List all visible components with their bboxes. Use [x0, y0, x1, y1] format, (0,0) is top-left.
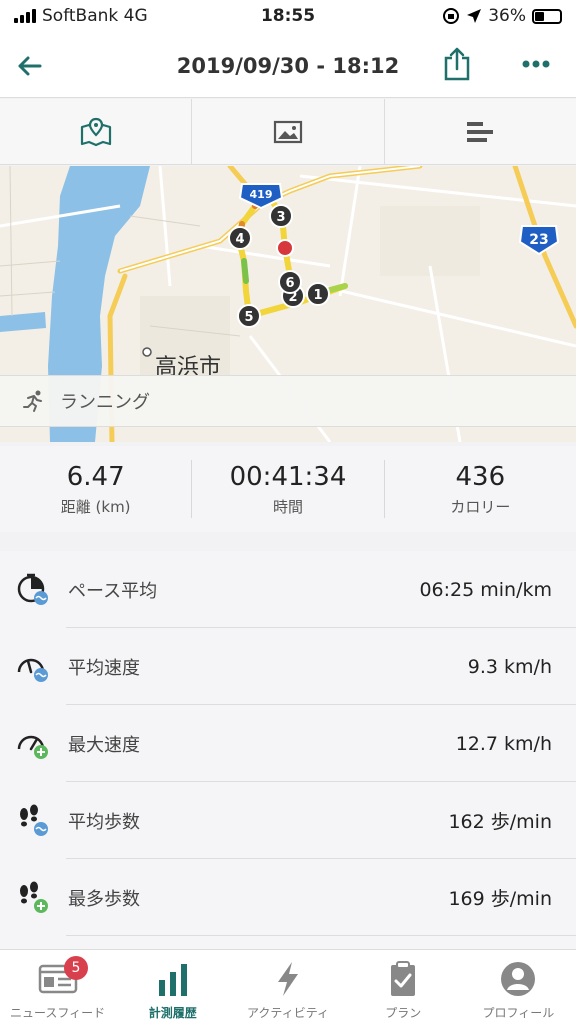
stat-value: 436	[455, 462, 506, 492]
speed-average-icon	[17, 658, 48, 682]
split-marker-3[interactable]: 3	[269, 204, 293, 228]
stat-time: 00:41:34 時間	[192, 460, 385, 518]
tab-profile[interactable]: プロフィール	[461, 950, 576, 1024]
tab-activity[interactable]: アクティビティ	[230, 950, 345, 1024]
stat-label: カロリー	[450, 498, 511, 516]
metric-label: 最大速度	[68, 734, 140, 756]
activity-type-bar: ランニング	[0, 375, 576, 427]
svg-text:4: 4	[235, 232, 244, 247]
image-icon	[273, 120, 303, 143]
tab-plan[interactable]: プラン	[346, 950, 461, 1024]
metric-speed-average: 平均速度 9.3 km/h	[0, 628, 576, 705]
split-marker-5[interactable]: 5	[237, 304, 261, 328]
tab-label: プラン	[385, 1006, 422, 1020]
pace-average-icon	[17, 573, 48, 605]
stat-label: 距離 (km)	[60, 498, 131, 516]
end-marker	[276, 239, 294, 257]
svg-text:1: 1	[313, 288, 322, 303]
status-right: 36%	[442, 6, 562, 26]
running-icon	[23, 390, 42, 412]
battery-percent: 36%	[488, 6, 526, 26]
metrics-list: ペース平均 06:25 min/km 平均速度 9.3 km/h 最大速度 12…	[0, 551, 576, 949]
notification-badge: 5	[64, 956, 88, 980]
stat-distance: 6.47 距離 (km)	[0, 460, 193, 518]
metric-label: 平均速度	[68, 657, 140, 679]
speed-max-icon	[17, 735, 48, 759]
tab-label: プロフィール	[482, 1006, 555, 1020]
bar-chart-icon	[467, 121, 494, 142]
share-icon[interactable]	[440, 46, 474, 82]
metric-speed-max: 最大速度 12.7 km/h	[0, 705, 576, 782]
header: 2019/09/30 - 18:12	[0, 34, 576, 98]
route-shield-23: 23	[518, 225, 560, 256]
tab-label: アクティビティ	[247, 1006, 329, 1020]
metric-steps-average: 平均歩数 162 歩/min	[0, 782, 576, 859]
summary-stats: 6.47 距離 (km) 00:41:34 時間 436 カロリー	[0, 446, 576, 532]
stat-label: 時間	[272, 498, 303, 516]
route-map[interactable]: 419 23 123456 高浜市 ランニング	[0, 166, 576, 442]
history-chart-icon	[158, 964, 187, 996]
svg-text:23: 23	[529, 232, 548, 248]
map-icon	[80, 117, 111, 146]
metric-value: 9.3 km/h	[467, 655, 552, 678]
lightning-icon	[278, 962, 298, 996]
tab-map[interactable]	[0, 99, 193, 164]
metric-steps-max: 最多歩数 169 歩/min	[0, 859, 576, 936]
stat-value: 00:41:34	[229, 462, 347, 492]
svg-text:6: 6	[285, 276, 294, 291]
location-arrow-icon	[467, 9, 482, 23]
page-title: 2019/09/30 - 18:12	[176, 54, 400, 78]
tab-newsfeed[interactable]: 5 ニュースフィード	[0, 950, 115, 1024]
steps-max-icon	[20, 881, 48, 913]
activity-label: ランニング	[60, 392, 150, 413]
svg-text:5: 5	[244, 310, 253, 325]
split-marker-4[interactable]: 4	[228, 226, 252, 250]
stat-calories: 436 カロリー	[385, 460, 576, 518]
profile-icon	[501, 962, 536, 996]
status-bar: SoftBank 4G 18:55 36%	[0, 0, 576, 34]
tab-label: 計測履歴	[148, 1006, 197, 1020]
svg-text:419: 419	[250, 188, 273, 201]
steps-average-icon	[20, 804, 48, 836]
more-icon[interactable]	[516, 50, 556, 78]
bottom-tab-bar: 5 ニュースフィード 計測履歴 アクティビティ プラン プロフィール	[0, 949, 576, 1024]
split-marker-1[interactable]: 1	[306, 282, 330, 306]
tab-label: ニュースフィード	[10, 1006, 106, 1020]
battery-icon	[532, 8, 562, 24]
metric-label: 平均歩数	[68, 811, 140, 833]
metric-label: ペース平均	[68, 580, 158, 602]
metric-value: 169 歩/min	[448, 888, 552, 910]
metric-label: 最多歩数	[68, 888, 140, 910]
metric-value: 12.7 km/h	[455, 732, 552, 755]
split-marker-6[interactable]: 6	[278, 270, 302, 294]
metric-value: 06:25 min/km	[419, 578, 552, 601]
metric-pace-average: ペース平均 06:25 min/km	[0, 551, 576, 628]
orientation-lock-icon	[443, 8, 460, 24]
metric-value: 162 歩/min	[448, 811, 552, 833]
svg-text:3: 3	[276, 210, 285, 225]
tab-image[interactable]	[192, 99, 385, 164]
clipboard-icon	[391, 961, 416, 996]
stat-value: 6.47	[66, 462, 125, 492]
view-tabs	[0, 99, 576, 165]
tab-bar-chart[interactable]	[385, 99, 576, 164]
tab-history[interactable]: 計測履歴	[115, 950, 230, 1024]
